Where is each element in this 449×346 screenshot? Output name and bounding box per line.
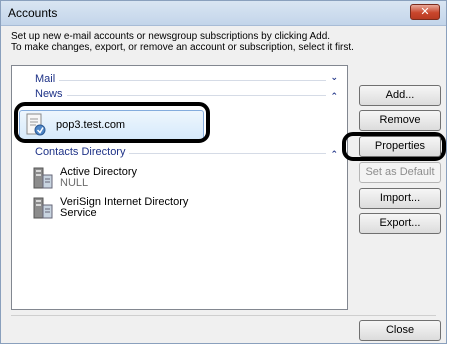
set-as-default-button[interactable]: Set as Default (359, 162, 441, 183)
list-item-active-directory[interactable]: Active Directory NULL (20, 164, 320, 192)
group-label-contacts: Contacts Directory (35, 146, 130, 158)
chevron-down-icon[interactable]: ⌄ (330, 72, 338, 83)
instructions-line-1: Set up new e-mail accounts or newsgroup … (11, 31, 331, 42)
properties-button[interactable]: Properties (359, 136, 441, 157)
instructions-text: Set up new e-mail accounts or newsgroup … (11, 31, 354, 53)
group-header-mail[interactable]: Mail ⌄ (20, 72, 342, 86)
add-button[interactable]: Add... (359, 85, 441, 106)
news-account-icon (26, 113, 46, 136)
account-name: pop3.test.com (56, 119, 126, 131)
group-header-contacts-directory[interactable]: Contacts Directory ⌃ (20, 146, 342, 159)
list-item-verisign-directory[interactable]: VeriSign Internet Directory Service (20, 194, 320, 222)
directory-server-icon (33, 197, 53, 219)
group-header-news[interactable]: News ⌃ (20, 88, 342, 101)
group-label-mail: Mail (35, 73, 60, 85)
directory-server-icon (33, 167, 53, 189)
window-title: Accounts (8, 6, 58, 20)
directory-subtext: Service (60, 207, 97, 219)
group-divider (35, 80, 326, 81)
list-item-pop3-test-com[interactable]: pop3.test.com (19, 110, 204, 140)
dialog-separator (11, 315, 436, 316)
chevron-up-icon[interactable]: ⌃ (330, 149, 338, 160)
export-button[interactable]: Export... (359, 213, 441, 234)
group-label-news: News (35, 88, 67, 100)
accounts-dialog: Accounts ✕ Set up new e-mail accounts or… (0, 0, 447, 344)
close-button[interactable]: Close (359, 320, 441, 341)
remove-button[interactable]: Remove (359, 110, 441, 131)
title-bar: Accounts ✕ (1, 1, 446, 26)
instructions-line-2: To make changes, export, or remove an ac… (11, 42, 354, 53)
close-window-button[interactable]: ✕ (410, 4, 440, 20)
directory-subtext: NULL (60, 177, 89, 189)
group-divider (35, 95, 326, 96)
import-button[interactable]: Import... (359, 188, 441, 209)
chevron-up-icon[interactable]: ⌃ (330, 91, 338, 102)
accounts-list[interactable]: Mail ⌄ News ⌃ pop3.test.com Contacts Dir… (11, 65, 348, 310)
